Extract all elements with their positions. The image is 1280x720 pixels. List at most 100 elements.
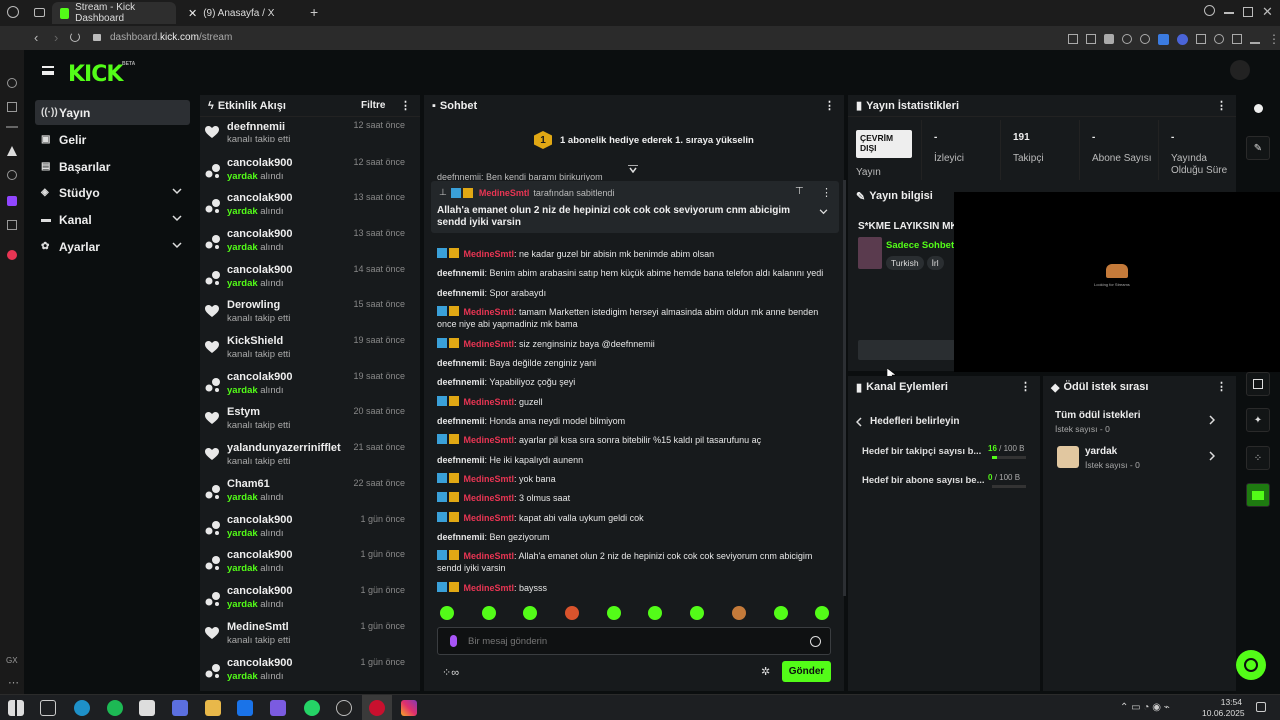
gear-icon[interactable]: ✲: [761, 665, 770, 678]
chat-username[interactable]: MedineSmtl: [464, 339, 515, 349]
instagram-icon[interactable]: [401, 700, 417, 716]
notification-icon[interactable]: [1256, 702, 1266, 712]
reload-icon[interactable]: [70, 32, 80, 42]
chat-username[interactable]: deefnnemii: [437, 377, 485, 387]
activity-item[interactable]: cancolak900 yardak alındı 1 gün önce: [205, 549, 405, 585]
activity-item[interactable]: cancolak900 yardak alındı 19 saat önce: [205, 371, 405, 407]
emote-icon[interactable]: [607, 606, 621, 620]
activity-item[interactable]: Estym kanalı takip etti 20 saat önce: [205, 406, 405, 442]
chevron-down-icon[interactable]: [819, 209, 828, 215]
chat-username[interactable]: MedineSmtl: [464, 249, 515, 259]
chat-input-box[interactable]: [437, 627, 831, 655]
chat-message[interactable]: deefnnemii: Baya değilde zenginiz yani: [437, 357, 832, 369]
activity-item[interactable]: Cham61 yardak alındı 22 saat önce: [205, 478, 405, 514]
url-field[interactable]: dashboard.kick.com/stream: [110, 32, 232, 43]
tab-kick-dashboard[interactable]: Stream - Kick Dashboard: [52, 2, 176, 24]
activity-username[interactable]: cancolak900: [227, 585, 292, 597]
new-tab-icon[interactable]: +: [310, 4, 318, 20]
clapper-rail-button[interactable]: [1246, 483, 1270, 507]
search-icon[interactable]: [1204, 5, 1215, 16]
nav-item-ayarlar[interactable]: ✿ Ayarlar: [35, 234, 190, 259]
file-explorer-icon[interactable]: [205, 700, 221, 716]
chat-message-input[interactable]: [468, 633, 788, 649]
start-icon[interactable]: [8, 700, 24, 716]
gift-banner[interactable]: 1 1 abonelik hediye ederek 1. sıraya yük…: [534, 131, 754, 149]
obs-icon[interactable]: [336, 700, 352, 716]
tag-chip[interactable]: Turkish: [886, 256, 924, 270]
task-view-icon[interactable]: [40, 700, 56, 716]
chat-message[interactable]: deefnnemii: Yapabiliyoz çoğu şeyi: [437, 376, 832, 388]
messenger-icon[interactable]: [7, 170, 17, 180]
chat-username[interactable]: MedineSmtl: [464, 551, 515, 561]
chat-message[interactable]: deefnnemii: Honda ama neydi model bilmiy…: [437, 415, 832, 427]
chat-message[interactable]: MedineSmtl: Allah'a emanet olun 2 niz de…: [437, 550, 832, 574]
gx-icon[interactable]: GX: [6, 656, 18, 665]
activity-item[interactable]: cancolak900 yardak alındı 14 saat önce: [205, 264, 405, 300]
wallet-icon[interactable]: [7, 102, 17, 112]
activity-username[interactable]: cancolak900: [227, 264, 292, 276]
emote-icon[interactable]: [774, 606, 788, 620]
profile-icon[interactable]: [1232, 34, 1242, 44]
microphone-icon[interactable]: [450, 635, 457, 647]
goal-item[interactable]: Hedef bir takipçi sayısı b... 16 / 100 B: [862, 444, 1027, 470]
shield-icon[interactable]: [1104, 34, 1114, 44]
chat-message[interactable]: deefnnemii: He iki kapalıydı aunenn: [437, 454, 832, 466]
browser-logo-icon[interactable]: [7, 6, 19, 18]
tab-sidebar-icon[interactable]: [34, 8, 45, 17]
activity-username[interactable]: yalandunyazerrinifflet: [227, 442, 341, 454]
goals-back-button[interactable]: Hedefleri belirleyin: [856, 416, 959, 427]
copilot-icon[interactable]: [172, 700, 188, 716]
chat-username[interactable]: MedineSmtl: [464, 513, 515, 523]
aria-icon[interactable]: [7, 146, 17, 156]
chat-message[interactable]: deefnnemii: Spor arabaydı: [437, 287, 832, 299]
stream-preview[interactable]: Looking for Streams: [954, 192, 1280, 372]
whatsapp-icon[interactable]: [304, 700, 320, 716]
chat-username[interactable]: deefnnemii: [437, 532, 485, 542]
emote-icon[interactable]: [482, 606, 496, 620]
emote-icon[interactable]: [440, 606, 454, 620]
chat-message[interactable]: MedineSmtl: 3 olmus saat: [437, 492, 832, 504]
chat-users-icon[interactable]: ⁘∞: [442, 666, 459, 679]
emote-icon[interactable]: [523, 606, 537, 620]
chat-username[interactable]: MedineSmtl: [464, 307, 515, 317]
chat-message[interactable]: MedineSmtl: baysss: [437, 582, 832, 594]
extension-vpn-icon[interactable]: [1177, 33, 1188, 45]
activity-username[interactable]: cancolak900: [227, 514, 292, 526]
activity-username[interactable]: KickShield: [227, 335, 283, 347]
activity-username[interactable]: Derowling: [227, 299, 280, 311]
maximize-icon[interactable]: [1243, 7, 1253, 17]
emoji-picker-icon[interactable]: [810, 636, 821, 647]
store-icon[interactable]: [139, 700, 155, 716]
activity-item[interactable]: MedineSmtl kanalı takip etti 1 gün önce: [205, 621, 405, 657]
spotify-icon[interactable]: [107, 700, 123, 716]
reward-item-all[interactable]: Tüm ödül istekleri İstek sayısı - 0: [1055, 410, 1227, 434]
extension-blue-icon[interactable]: [1158, 33, 1169, 45]
edit-rail-button[interactable]: ✎: [1246, 136, 1270, 160]
heart-icon[interactable]: [1140, 34, 1150, 44]
chat-message[interactable]: MedineSmtl: siz zenginsiniz baya @deefnn…: [437, 338, 832, 350]
tag-chip[interactable]: İrl: [926, 256, 944, 270]
chat-message[interactable]: MedineSmtl: guzell: [437, 396, 832, 408]
emote-icon[interactable]: [690, 606, 704, 620]
twitch-icon[interactable]: [7, 196, 17, 206]
activity-username[interactable]: cancolak900: [227, 657, 292, 669]
activity-item[interactable]: cancolak900 yardak alındı 1 gün önce: [205, 657, 405, 693]
kick-logo[interactable]: KICK: [68, 62, 123, 87]
activity-username[interactable]: cancolak900: [227, 371, 292, 383]
more-options-icon[interactable]: ⋮: [1216, 99, 1227, 112]
teams-icon[interactable]: [270, 700, 286, 716]
activity-username[interactable]: MedineSmtl: [227, 621, 289, 633]
layout-rail-button[interactable]: [1246, 372, 1270, 396]
chat-username[interactable]: deefnnemii: [437, 288, 485, 298]
clock-time[interactable]: 13:54: [1210, 697, 1242, 707]
filter-button[interactable]: Filtre: [361, 100, 385, 111]
close-icon[interactable]: ✕: [1262, 4, 1273, 20]
emote-icon[interactable]: [648, 606, 662, 620]
bookmark-icon[interactable]: [1068, 34, 1078, 44]
download-icon[interactable]: [1250, 34, 1260, 44]
nav-item-yayin[interactable]: ((·)) Yayın: [35, 100, 190, 125]
chat-username[interactable]: deefnnemii: [437, 268, 485, 278]
play-icon[interactable]: [1122, 34, 1132, 44]
chat-message[interactable]: MedineSmtl: yok bana: [437, 473, 832, 485]
nav-item-kanal[interactable]: ▬ Kanal: [35, 207, 190, 232]
